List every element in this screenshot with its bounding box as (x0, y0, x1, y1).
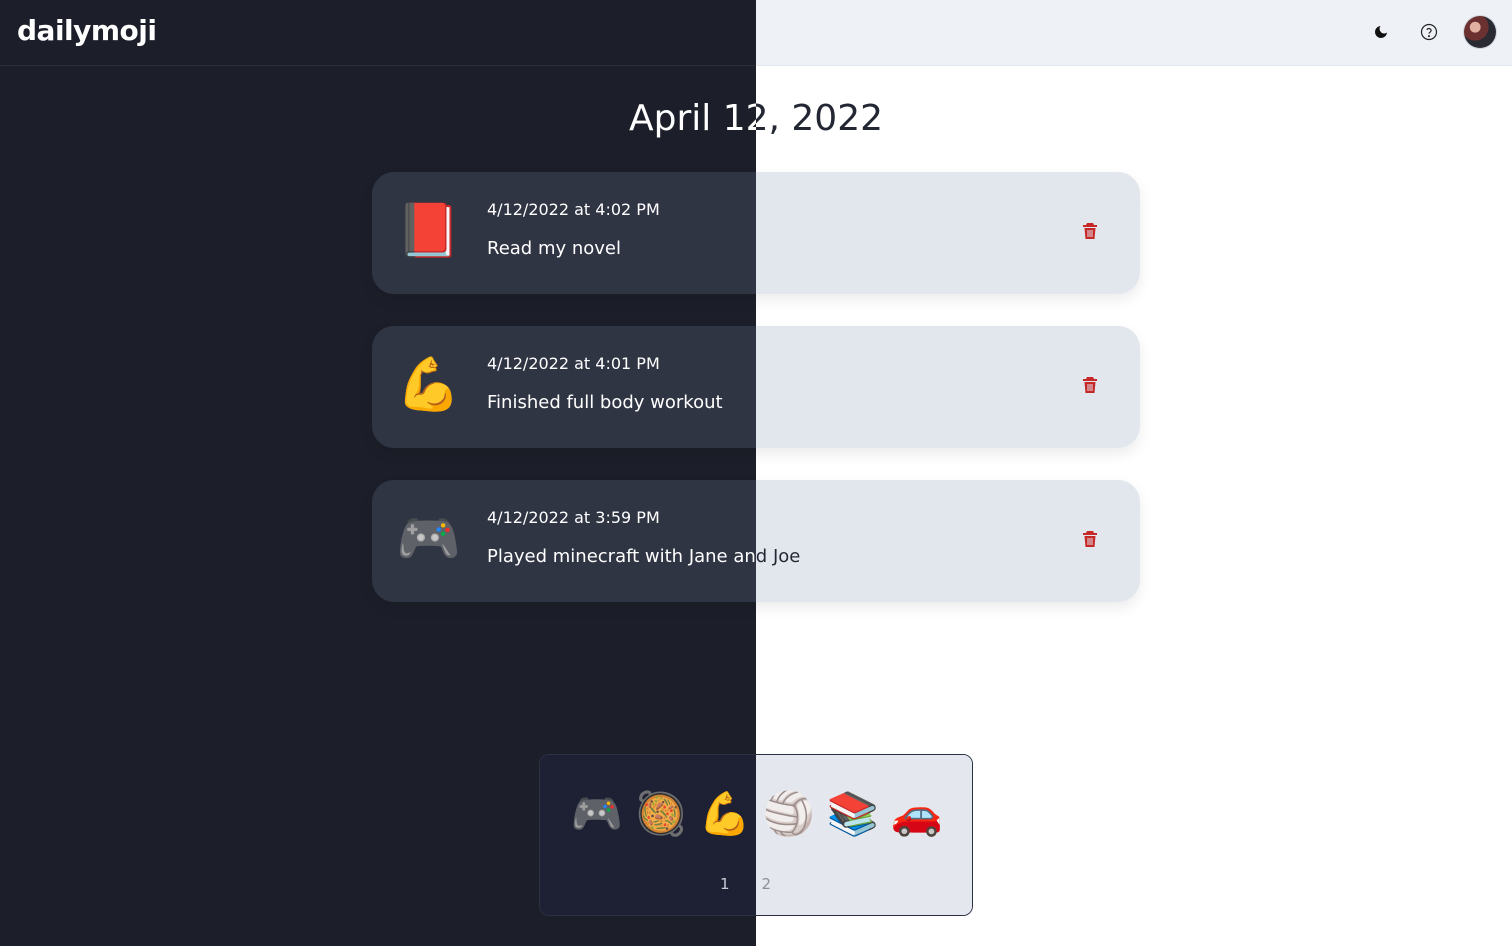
entry-card[interactable]: 🎮 4/12/2022 at 3:59 PM Played minecraft … (372, 480, 1140, 602)
picker-emoji-paella[interactable]: 🥘 (632, 785, 690, 843)
entry-emoji: 💪 (396, 355, 461, 415)
moon-icon[interactable] (1368, 19, 1394, 45)
entry-card[interactable]: 💪 4/12/2022 at 4:01 PM Finished full bod… (372, 326, 1140, 448)
page-title-light-overlay: April 12, 2022 (756, 98, 1512, 139)
entry-timestamp: 4/12/2022 at 3:59 PM (487, 508, 660, 527)
trash-icon[interactable] (1082, 376, 1102, 398)
trash-icon[interactable] (1082, 222, 1102, 244)
topbar-divider-light (756, 65, 1512, 66)
picker-emoji-game-controller[interactable]: 🎮 (568, 785, 626, 843)
entry-card[interactable]: 📕 4/12/2022 at 4:02 PM Read my novel 4/1… (372, 172, 1140, 294)
picker-emoji-flexed-biceps[interactable]: 💪 (696, 785, 754, 843)
entry-emoji: 🎮 (396, 509, 461, 569)
picker-emoji-books[interactable]: 📚 (824, 785, 882, 843)
entry-text: Read my novel (487, 238, 622, 259)
picker-emoji-list: 🎮 🥘 💪 🏐 📚 🚗 (568, 785, 946, 843)
picker-pagination: 1 2 (720, 875, 771, 893)
picker-emoji-volleyball[interactable]: 🏐 (760, 785, 818, 843)
entry-text: Played minecraft with Jane and Joe (487, 546, 801, 567)
app-logo[interactable]: dailymoji (17, 14, 157, 47)
header-actions (1368, 16, 1496, 48)
avatar[interactable] (1464, 16, 1496, 48)
entry-timestamp: 4/12/2022 at 4:01 PM (487, 354, 660, 373)
entry-text-light: Played minecraft with Jane and Joe (756, 546, 801, 567)
page-title-text-light: April 12, 2022 (756, 98, 884, 139)
entry-text: Finished full body workout (487, 392, 723, 413)
entry-emoji: 📕 (396, 201, 461, 261)
trash-icon[interactable] (1082, 530, 1102, 552)
picker-emoji-car[interactable]: 🚗 (888, 785, 946, 843)
page-1-button[interactable]: 1 (720, 875, 730, 893)
page-title: April 12, 2022 April 12, 2022 (0, 98, 1512, 139)
question-circle-icon[interactable] (1416, 19, 1442, 45)
entry-timestamp: 4/12/2022 at 4:02 PM (487, 200, 660, 219)
page-2-button[interactable]: 2 (762, 875, 772, 893)
emoji-picker: 🎮 🥘 💪 🏐 📚 🚗 1 2 (539, 754, 973, 916)
